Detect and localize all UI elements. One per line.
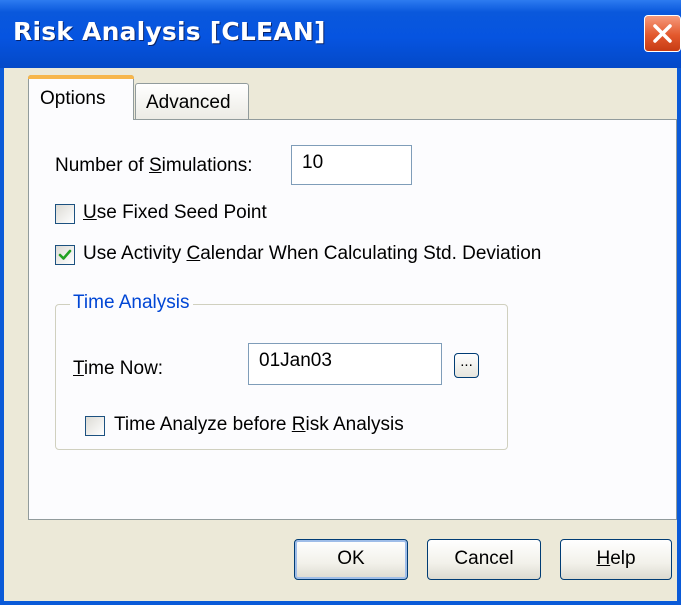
time-analysis-title: Time Analysis xyxy=(70,292,193,314)
fixed-seed-checkbox[interactable] xyxy=(55,204,75,224)
active-tab-highlight xyxy=(28,75,134,79)
ok-button[interactable]: OK xyxy=(294,539,408,580)
title-bar[interactable]: Risk Analysis [CLEAN] xyxy=(0,0,681,68)
window-title: Risk Analysis [CLEAN] xyxy=(13,17,326,46)
close-icon xyxy=(653,24,672,43)
tab-advanced-label: Advanced xyxy=(146,92,231,113)
options-panel: Number of Simulations: 10 Use Fixed Seed… xyxy=(28,119,677,520)
help-button[interactable]: Help xyxy=(560,539,672,580)
time-analyze-checkbox[interactable] xyxy=(85,416,105,436)
tab-advanced[interactable]: Advanced xyxy=(135,83,249,119)
simulations-input[interactable]: 10 xyxy=(291,145,412,185)
time-analysis-group: Time Analysis Time Now: 01Jan03 ... Time… xyxy=(55,292,508,450)
activity-calendar-label[interactable]: Use Activity Calendar When Calculating S… xyxy=(83,243,541,265)
close-button[interactable] xyxy=(644,15,681,52)
simulations-label: Number of Simulations: xyxy=(55,155,253,176)
dialog-window: Risk Analysis [CLEAN] Options Advanced N… xyxy=(0,0,681,605)
cancel-button[interactable]: Cancel xyxy=(427,539,541,580)
time-now-input[interactable]: 01Jan03 xyxy=(248,343,442,385)
tab-options-label: Options xyxy=(40,88,106,109)
date-picker-button[interactable]: ... xyxy=(454,353,479,378)
tab-options[interactable]: Options xyxy=(28,75,134,120)
fixed-seed-label[interactable]: Use Fixed Seed Point xyxy=(83,202,267,224)
time-analyze-label[interactable]: Time Analyze before Risk Analysis xyxy=(114,414,404,436)
time-now-label: Time Now: xyxy=(73,358,164,379)
activity-calendar-checkbox[interactable] xyxy=(55,245,75,265)
dialog-client-area: Options Advanced Number of Simulations: … xyxy=(4,68,677,601)
check-mark-icon xyxy=(58,249,72,260)
